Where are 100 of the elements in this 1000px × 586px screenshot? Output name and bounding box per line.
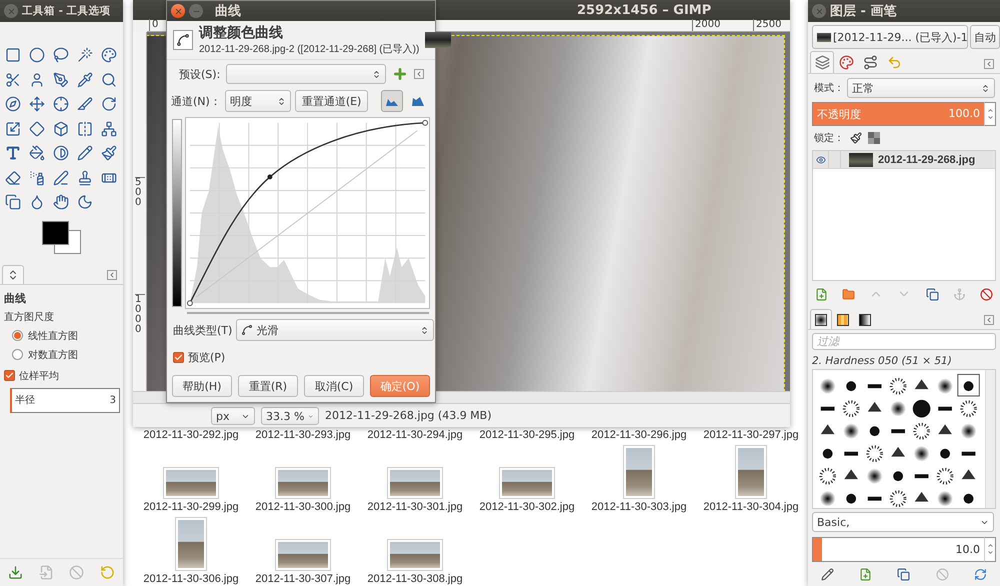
dialog-title: 曲线 [215, 3, 241, 20]
curve-icon [241, 324, 254, 336]
photo-thumbnail[interactable] [276, 468, 330, 498]
tab-menu-button[interactable] [107, 270, 117, 280]
reset-channel-button[interactable]: 重置通道(E) [294, 90, 368, 112]
preview-checkbox[interactable] [173, 352, 184, 363]
file-name[interactable]: 2012-11-30-294.jpg [367, 429, 463, 441]
new-layer-icon[interactable] [815, 288, 828, 301]
radius-spin-field[interactable]: 半径 3 [10, 388, 120, 412]
photo-thumbnail[interactable] [164, 468, 218, 498]
lock-alpha-icon[interactable] [868, 132, 880, 144]
rectangle-select-icon [5, 47, 21, 64]
save-icon[interactable] [8, 565, 23, 580]
delete-icon[interactable] [980, 288, 993, 301]
file-name[interactable]: 2012-11-30-301.jpg [367, 501, 463, 513]
file-name[interactable]: 2012-11-30-293.jpg [255, 429, 351, 441]
refresh-icon[interactable] [974, 568, 988, 582]
file-name[interactable]: 2012-11-30-292.jpg [143, 429, 239, 441]
mode-select[interactable]: 正常 [847, 78, 995, 98]
file-name[interactable]: 2012-11-30-303.jpg [591, 501, 687, 513]
photo-thumbnail[interactable] [176, 518, 206, 570]
close-button[interactable] [171, 4, 185, 18]
photo-thumbnail[interactable] [388, 468, 442, 498]
add-icon[interactable] [392, 66, 408, 82]
curve-type-label: 曲线类型(T) [173, 322, 232, 338]
photo-thumbnail[interactable] [388, 540, 442, 570]
linear-histogram-button[interactable] [381, 90, 403, 112]
file-name[interactable]: 2012-11-30-296.jpg [591, 429, 687, 441]
duplicate-icon[interactable] [897, 568, 910, 582]
vertical-scrollbar[interactable] [985, 370, 995, 508]
photo-thumbnail[interactable] [276, 540, 330, 570]
checkbox[interactable] [4, 370, 15, 381]
path-icon [862, 55, 878, 70]
moon-icon [77, 194, 93, 210]
eyedropper-icon [77, 72, 93, 88]
photo-thumbnail[interactable] [624, 446, 654, 498]
compass-icon [5, 96, 21, 112]
dialog-button[interactable]: 重置(R) [238, 375, 298, 397]
radio-label: 线性直方图 [28, 330, 78, 342]
new-brush-icon[interactable] [859, 568, 872, 582]
file-name[interactable]: 2012-11-30-300.jpg [255, 501, 351, 513]
options-icon [7, 268, 19, 280]
unit-select[interactable]: px [211, 407, 255, 425]
image-select[interactable]: [2012-11-29... (已导入)-1 [812, 25, 968, 49]
zoom-icon [101, 72, 117, 88]
tool-options-tab[interactable] [2, 264, 24, 284]
file-name[interactable]: 2012-11-30-306.jpg [143, 573, 239, 585]
dialog-heading: 调整颜色曲线 [199, 24, 284, 42]
file-name[interactable]: 2012-11-30-297.jpg [703, 429, 799, 441]
dialog-button[interactable]: 取消(C) [304, 375, 364, 397]
wand-icon [77, 47, 93, 64]
auto-button[interactable]: 自动 [970, 25, 1000, 49]
spacing-slider[interactable]: 10.0 [812, 537, 984, 562]
mode-label: 模式： [814, 82, 844, 95]
radio-button[interactable] [12, 330, 23, 341]
radio-button[interactable] [12, 349, 23, 360]
file-name[interactable]: 2012-11-30-302.jpg [479, 501, 575, 513]
channel-select[interactable]: 明度 [224, 90, 291, 112]
histogram-scale-label: 直方图尺度 [3, 310, 55, 324]
duplicate-icon[interactable] [926, 288, 939, 301]
file-name[interactable]: 2012-11-30-299.jpg [143, 501, 239, 513]
color-swatches-drawing[interactable] [42, 220, 82, 254]
radio-label: 对数直方图 [28, 348, 78, 362]
node-grid-icon [101, 120, 117, 137]
photo-thumbnail[interactable] [500, 468, 554, 498]
text-icon [5, 145, 21, 162]
crosshair-icon [53, 96, 69, 112]
move-icon [29, 96, 45, 112]
eraser-icon [5, 170, 21, 186]
file-name[interactable]: 2012-11-30-304.jpg [703, 501, 799, 513]
layer-row[interactable]: 2012-11-29-268.jpg [813, 151, 995, 170]
knife-icon [77, 96, 93, 112]
window-title: 2592x1456 – GIMP [577, 2, 712, 18]
caret-icon [372, 70, 382, 78]
image-info: 2012-11-29-268.jpg (43.9 MB) [325, 409, 492, 422]
filter-field[interactable]: 过滤 [812, 333, 996, 350]
tab-menu-button[interactable] [984, 59, 994, 69]
image-thumbnail [425, 32, 452, 48]
folder-icon[interactable] [842, 288, 856, 301]
preview-label: 预览(P) [188, 350, 226, 365]
file-name[interactable]: 2012-11-30-308.jpg [367, 573, 463, 585]
dialog-button[interactable]: 帮助(H) [172, 375, 232, 397]
window-title: 工具箱 - 工具选项 [22, 4, 111, 18]
close-icon [814, 6, 824, 16]
brushes-tab[interactable] [810, 309, 832, 330]
file-name[interactable]: 2012-11-30-295.jpg [479, 429, 575, 441]
file-name[interactable]: 2012-11-30-307.jpg [255, 573, 351, 585]
palette-icon [101, 47, 117, 64]
layers-icon [814, 55, 830, 70]
curve-type-select[interactable]: 光滑 [236, 319, 434, 341]
spin-arrows[interactable] [984, 537, 996, 562]
layers-tab[interactable] [810, 51, 834, 73]
edit-icon[interactable] [820, 568, 834, 582]
lock-pixels-icon[interactable] [850, 132, 862, 144]
window-title: 图层 - 画笔 [830, 3, 896, 20]
spin-arrows[interactable] [984, 102, 996, 126]
paintbrush-icon [101, 145, 117, 162]
photo-thumbnail[interactable] [736, 446, 766, 498]
tag-field[interactable]: Basic, [812, 512, 994, 532]
zoom-select[interactable]: 33.3 % [261, 407, 319, 425]
